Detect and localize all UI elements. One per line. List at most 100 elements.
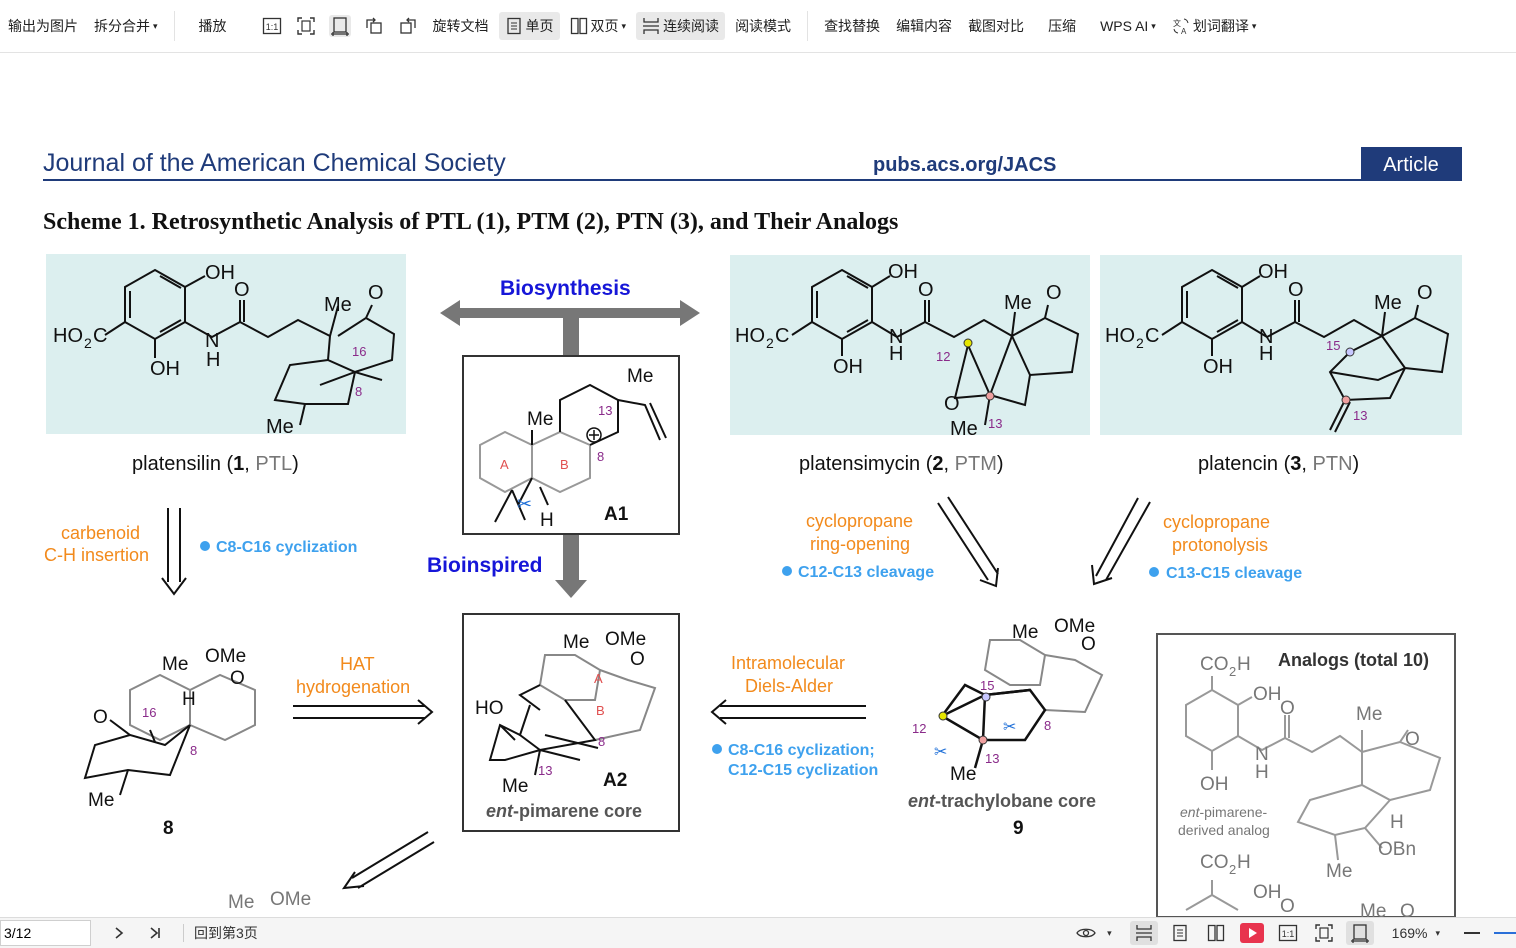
zoom-out-icon[interactable] [1458,921,1486,945]
hat-label: HAT [340,654,375,674]
ring-a-label: A [500,457,509,472]
svg-text:Me: Me [563,632,589,653]
fit-page-icon[interactable] [1310,921,1338,945]
screenshot-compare-button[interactable]: 截图对比 [962,12,1030,40]
cmp9-c12-dot [938,711,948,721]
fit-width-icon[interactable] [1345,921,1374,945]
document-viewer[interactable]: Journal of the American Chemical Society… [0,53,1516,917]
double-page-mode-icon[interactable] [1202,921,1230,945]
svg-text:OH: OH [888,261,918,283]
svg-text:H: H [1237,654,1251,675]
scissors-icon: ✂ [517,494,532,514]
rotate-left-icon[interactable] [363,15,385,37]
svg-text:O: O [1288,279,1304,301]
toolbar: 输出为图片 拆分合并 ▾ 播放 1:1 旋转文档 单页 双页 ▾ 连续阅读 阅读模式… [0,0,1516,53]
svg-text:Me: Me [228,892,254,913]
export-image-button[interactable]: 输出为图片 [2,12,84,40]
double-page-label: 双页 [590,18,619,34]
bullet-icon [712,744,722,754]
svg-text:H: H [1259,343,1273,365]
svg-text:Me: Me [1004,292,1032,314]
svg-text:CO: CO [1200,852,1229,873]
continuous-read-button[interactable]: 连续阅读 [636,12,726,40]
edit-content-button[interactable]: 编辑内容 [890,12,958,40]
continuous-read-label: 连续阅读 [663,18,720,34]
svg-text:文: 文 [1173,18,1181,28]
find-replace-label: 查找替换 [824,18,881,34]
ptl-c8-label: 8 [355,384,362,399]
svg-text:O: O [1280,896,1295,917]
bottom-structure-labels: Me OMe [228,889,311,913]
svg-text:2: 2 [1229,862,1236,877]
play-slideshow-icon[interactable] [1238,921,1266,945]
svg-text:HO: HO [475,698,504,719]
svg-text:OH: OH [1200,774,1229,795]
edit-content-label: 编辑内容 [896,18,953,34]
rotate-doc-label: 旋转文档 [432,18,489,34]
translate-button[interactable]: 文A 划词翻译 ▾ [1166,12,1263,40]
diag-arrow-bottom [341,831,435,890]
cyclopropane-ro-2: ring-opening [810,534,910,554]
svg-text:H: H [889,343,903,365]
right-arrow-hat [293,699,434,725]
svg-text:H: H [540,510,554,531]
next-page-icon[interactable] [105,921,133,945]
zoom-slider[interactable] [1494,932,1516,934]
wps-ai-button[interactable]: WPS AI ▾ [1094,12,1162,40]
eye-protection-icon[interactable] [1072,921,1100,945]
continuous-read-icon [643,18,660,34]
svg-text:2: 2 [84,335,92,351]
svg-text:OH: OH [150,358,180,380]
cmp8-c8: 8 [190,743,197,758]
chevron-down-icon[interactable]: ▾ [1107,928,1112,939]
cmp8-c16: 16 [142,705,156,720]
compress-label: 压缩 [1048,18,1077,34]
a1-c13-label: 13 [598,403,612,418]
chevron-down-icon: ▾ [1251,20,1257,31]
svg-text:Me: Me [324,294,352,316]
biosynthesis-label: Biosynthesis [500,277,631,300]
svg-text:OMe: OMe [205,646,246,667]
zoom-level[interactable]: 169% [1392,925,1428,941]
bullet-icon [1149,567,1159,577]
svg-text:9: 9 [1013,818,1024,839]
ptn-c15-label: 15 [1326,338,1340,353]
rotate-doc-button[interactable]: 旋转文档 [427,12,495,40]
single-page-mode-icon[interactable] [1166,921,1194,945]
play-label: 播放 [198,18,227,34]
svg-text:O: O [918,279,934,301]
actual-size-icon[interactable]: 1:1 [261,15,283,37]
page-number-input[interactable] [0,920,91,946]
play-button[interactable]: 播放 [193,12,233,40]
fit-page-icon[interactable] [295,15,317,37]
svg-text:OH: OH [205,262,235,284]
svg-text:2: 2 [1136,335,1144,351]
split-merge-button[interactable]: 拆分合并 ▾ [88,12,164,40]
fit-width-icon[interactable] [328,15,351,37]
toolbar-divider [173,11,175,41]
cmp9-c13-dot [978,735,988,745]
analog-note-1: ent-pimarene- [1180,804,1267,820]
read-mode-button[interactable]: 阅读模式 [729,12,797,40]
double-page-button[interactable]: 双页 ▾ [564,12,633,40]
continuous-mode-icon[interactable] [1129,921,1158,945]
svg-text:O: O [1417,282,1433,304]
actual-size-icon[interactable]: 1:1 [1274,921,1302,945]
svg-text:O: O [944,393,960,415]
goto-page-link[interactable]: 回到第3页 [194,923,258,943]
zoom-dropdown-icon[interactable]: ▾ [1435,928,1440,939]
single-page-button[interactable]: 单页 [498,12,560,40]
diels-alder-label: Diels-Alder [745,676,833,696]
analogs-title: Analogs (total 10) [1278,650,1429,670]
svg-text:2: 2 [1229,664,1236,679]
svg-text:CO: CO [1200,654,1229,675]
a2-c8: 8 [598,734,605,749]
svg-text:2: 2 [766,335,774,351]
last-page-icon[interactable] [141,921,169,945]
compress-button[interactable]: 压缩 [1042,12,1082,40]
find-replace-button[interactable]: 查找替换 [818,12,886,40]
ptm-c12-label: 12 [936,349,950,364]
svg-text:O: O [1400,901,1415,917]
cmp8-structure [83,673,256,796]
rotate-right-icon[interactable] [397,15,419,37]
